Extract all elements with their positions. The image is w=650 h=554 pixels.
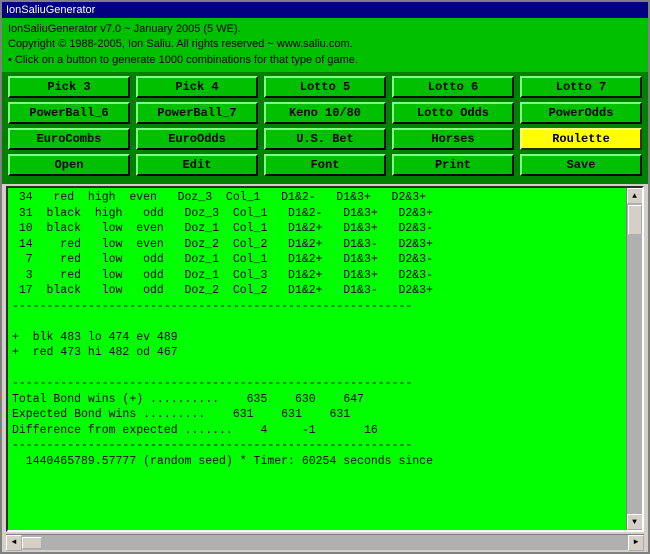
open-button[interactable]: Open (8, 154, 130, 176)
euro-combs-button[interactable]: EuroCombs (8, 128, 130, 150)
vertical-scrollbar: ▲ ▼ (626, 188, 642, 530)
scroll-track-v[interactable] (627, 204, 642, 514)
font-button[interactable]: Font (264, 154, 386, 176)
print-button[interactable]: Print (392, 154, 514, 176)
down-arrow-icon: ▼ (632, 518, 637, 527)
us-bet-button[interactable]: U.S. Bet (264, 128, 386, 150)
title-label: IonSaliuGenerator (6, 4, 95, 16)
edit-button[interactable]: Edit (136, 154, 258, 176)
up-arrow-icon: ▲ (632, 192, 637, 201)
pick4-button[interactable]: Pick 4 (136, 76, 258, 98)
lotto6-button[interactable]: Lotto 6 (392, 76, 514, 98)
save-button[interactable]: Save (520, 154, 642, 176)
output-text[interactable]: 34 red high even Doz_3 Col_1 D1&2- D1&3+… (8, 188, 626, 530)
lotto-odds-button[interactable]: Lotto Odds (392, 102, 514, 124)
powerball6-button[interactable]: PowerBall_6 (8, 102, 130, 124)
pick3-button[interactable]: Pick 3 (8, 76, 130, 98)
euro-odds-button[interactable]: EuroOdds (136, 128, 258, 150)
main-window: IonSaliuGenerator IonSaliuGenerator v7.0… (0, 0, 650, 554)
scroll-down-button[interactable]: ▼ (627, 514, 643, 530)
header-line3: • Click on a button to generate 1000 com… (8, 53, 642, 68)
scroll-thumb-h[interactable] (22, 537, 42, 549)
keno-button[interactable]: Keno 10/80 (264, 102, 386, 124)
output-area: 34 red high even Doz_3 Col_1 D1&2- D1&3+… (6, 186, 644, 532)
header-line1: IonSaliuGenerator v7.0 ~ January 2005 (5… (8, 22, 642, 37)
power-odds-button[interactable]: PowerOdds (520, 102, 642, 124)
button-row-3: EuroCombs EuroOdds U.S. Bet Horses Roule… (8, 128, 642, 150)
horses-button[interactable]: Horses (392, 128, 514, 150)
button-row-4: Open Edit Font Print Save (8, 154, 642, 176)
roulette-button[interactable]: Roulette (520, 128, 642, 150)
powerball7-button[interactable]: PowerBall_7 (136, 102, 258, 124)
scroll-up-button[interactable]: ▲ (627, 188, 643, 204)
left-arrow-icon: ◄ (12, 538, 17, 547)
scroll-thumb-v[interactable] (628, 205, 642, 235)
buttons-area: Pick 3 Pick 4 Lotto 5 Lotto 6 Lotto 7 Po… (2, 72, 648, 184)
scroll-track-h[interactable] (22, 535, 628, 550)
horizontal-scrollbar: ◄ ► (6, 534, 644, 550)
scroll-right-button[interactable]: ► (628, 535, 644, 551)
right-arrow-icon: ► (634, 538, 639, 547)
header-area: IonSaliuGenerator v7.0 ~ January 2005 (5… (2, 18, 648, 72)
lotto7-button[interactable]: Lotto 7 (520, 76, 642, 98)
lotto5-button[interactable]: Lotto 5 (264, 76, 386, 98)
button-row-1: Pick 3 Pick 4 Lotto 5 Lotto 6 Lotto 7 (8, 76, 642, 98)
header-line2: Copyright © 1988-2005, Ion Saliu. All ri… (8, 37, 642, 52)
button-row-2: PowerBall_6 PowerBall_7 Keno 10/80 Lotto… (8, 102, 642, 124)
title-bar: IonSaliuGenerator (2, 2, 648, 18)
scroll-left-button[interactable]: ◄ (6, 535, 22, 551)
